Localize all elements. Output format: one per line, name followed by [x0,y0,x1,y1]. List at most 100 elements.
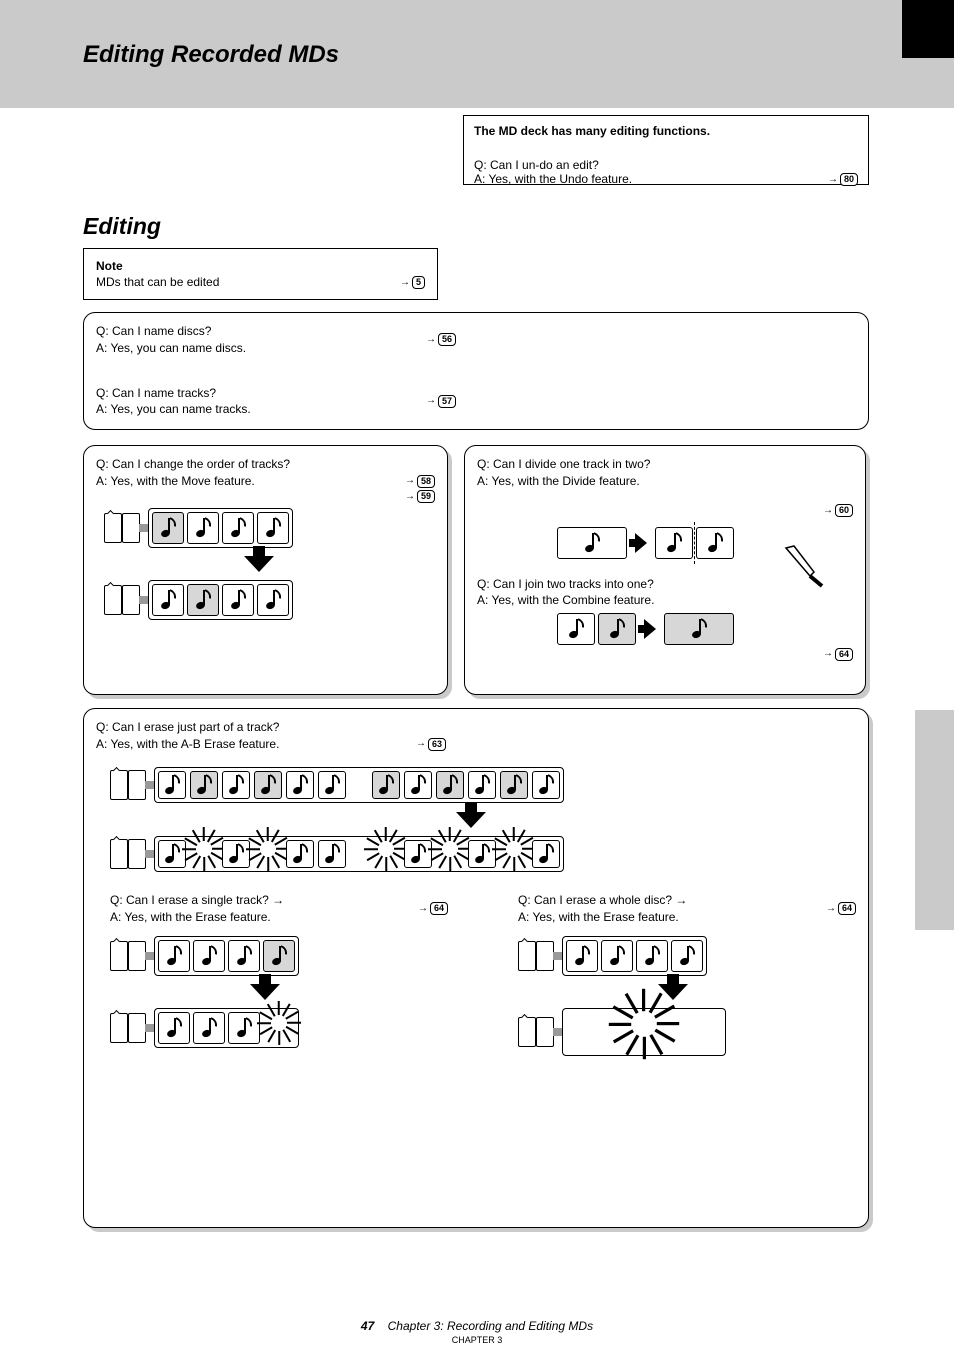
note-line: MDs that can be edited [96,275,219,291]
page-badge: 63 [428,738,446,751]
page-badge: 80 [840,173,858,186]
page-badge: 64 [430,902,448,915]
md-icon [104,585,122,615]
page-ref-63: → 63 [416,736,446,753]
naming-a1: A: Yes, you can name discs. [96,340,426,357]
divide-a2: A: Yes, with the Combine feature. [477,592,853,609]
page-footer: 47 Chapter 3: Recording and Editing MDs [0,1319,954,1333]
knife-icon [782,544,826,588]
erase-diagram-result [110,836,564,872]
arrow-down-icon [658,984,688,1000]
track-bar [562,936,707,976]
erase-single-a: A: Yes, with the Erase feature. [110,909,284,926]
divide-box: Q: Can I divide one track in two? A: Yes… [464,445,866,695]
arrow-icon: → [400,276,410,289]
moving-diagram [104,508,435,620]
arrow-icon: → [823,504,833,518]
erase-all-a: A: Yes, with the Erase feature. [518,909,687,926]
erase-a: A: Yes, with the A-B Erase feature. [96,736,416,753]
md-blank-icon [128,770,146,800]
undo-a: A: Yes, with the Undo feature. [474,172,632,186]
track-bar [154,936,299,976]
erase-all-col: Q: Can I erase a whole disc? → A: Yes, w… [518,892,856,1056]
page-ref-64c: → 64 [826,892,856,926]
erase-q: Q: Can I erase just part of a track? [96,719,856,736]
md-blank-icon [536,1017,554,1047]
md-icon [110,770,128,800]
md-icon [518,1017,536,1047]
right-sidebar-tab [915,710,954,930]
top-right-tab [902,0,954,58]
md-blank-icon [128,941,146,971]
page-badge: 60 [835,504,853,517]
sparkle-icon [254,834,282,874]
moving-a: A: Yes, with the Move feature. [96,473,255,490]
arrow-icon: → [426,394,436,408]
md-icon [110,839,128,869]
divide-a1: A: Yes, with the Divide feature. [477,473,853,490]
md-icon [104,513,122,543]
arrow-icon: → [405,490,415,504]
arrow-down-icon [244,556,274,572]
page-ref-60: → 60 [823,504,853,518]
arrow-right-icon [635,533,647,553]
naming-a2: A: Yes, you can name tracks. [96,401,426,418]
erase-all-q: Q: Can I erase a whole disc? → [518,892,687,909]
note-box: Note MDs that can be edited → 5 [83,248,438,300]
track-bar [154,836,564,872]
sub-footer: CHAPTER 3 [0,1335,954,1345]
arrow-icon: → [828,174,838,185]
erase-all-diagram-bottom [518,1008,726,1056]
page-badge: 5 [412,276,425,289]
erase-diagram-top [110,767,564,803]
sparkle-icon [500,834,528,874]
md-blank-icon [122,513,140,543]
page-ref-56: → 56 [426,323,456,357]
divide-diagram [557,522,853,564]
track-bar [154,767,564,803]
erase-all-diagram-top [518,936,707,976]
sparkle-icon [612,1000,676,1064]
arrow-icon: → [416,737,426,751]
page-ref-58: → 58 [405,473,435,490]
erase-single-col: Q: Can I erase a single track? → A: Yes,… [110,892,448,1056]
section-label-editing: Editing [83,213,161,240]
page-ref-57: → 57 [426,385,456,419]
erase-single-q: Q: Can I erase a single track? → [110,892,284,909]
page-number: 47 [361,1319,374,1333]
arrow-icon: → [418,902,428,916]
undo-box: The MD deck has many editing functions. … [463,115,869,185]
naming-box: Q: Can I name discs? A: Yes, you can nam… [83,312,869,430]
erase-single-diagram-top [110,936,299,976]
page-badge: 57 [438,395,456,408]
page-badge: 64 [838,902,856,915]
combine-diagram [557,613,853,645]
chapter-label: Chapter 3: Recording and Editing MDs [388,1319,593,1333]
arrow-icon: → [823,647,833,661]
arrow-down-icon [250,984,280,1000]
page-ref-59: → 59 [405,490,435,504]
sparkle-icon [190,834,218,874]
track-bar [154,1008,299,1048]
md-icon [110,1013,128,1043]
erase-box: Q: Can I erase just part of a track? A: … [83,708,869,1228]
divide-q1: Q: Can I divide one track in two? [477,456,853,473]
naming-q1: Q: Can I name discs? [96,323,426,340]
page-ref-80: → 80 [828,173,858,186]
md-icon [518,941,536,971]
track-bar [148,508,293,548]
md-blank-icon [122,585,140,615]
track-bar [562,1008,726,1056]
page-badge: 56 [438,333,456,346]
md-icon [110,941,128,971]
moving-box: Q: Can I change the order of tracks? A: … [83,445,448,695]
sparkle-icon [436,834,464,874]
arrow-icon: → [826,902,836,916]
md-blank-icon [128,1013,146,1043]
page-ref-64a: → 64 [823,647,853,661]
arrow-icon: → [405,474,415,488]
undo-heading: The MD deck has many editing functions. [474,124,858,138]
page-title: Editing Recorded MDs [83,41,339,69]
md-blank-icon [128,839,146,869]
sparkle-icon [372,834,400,874]
